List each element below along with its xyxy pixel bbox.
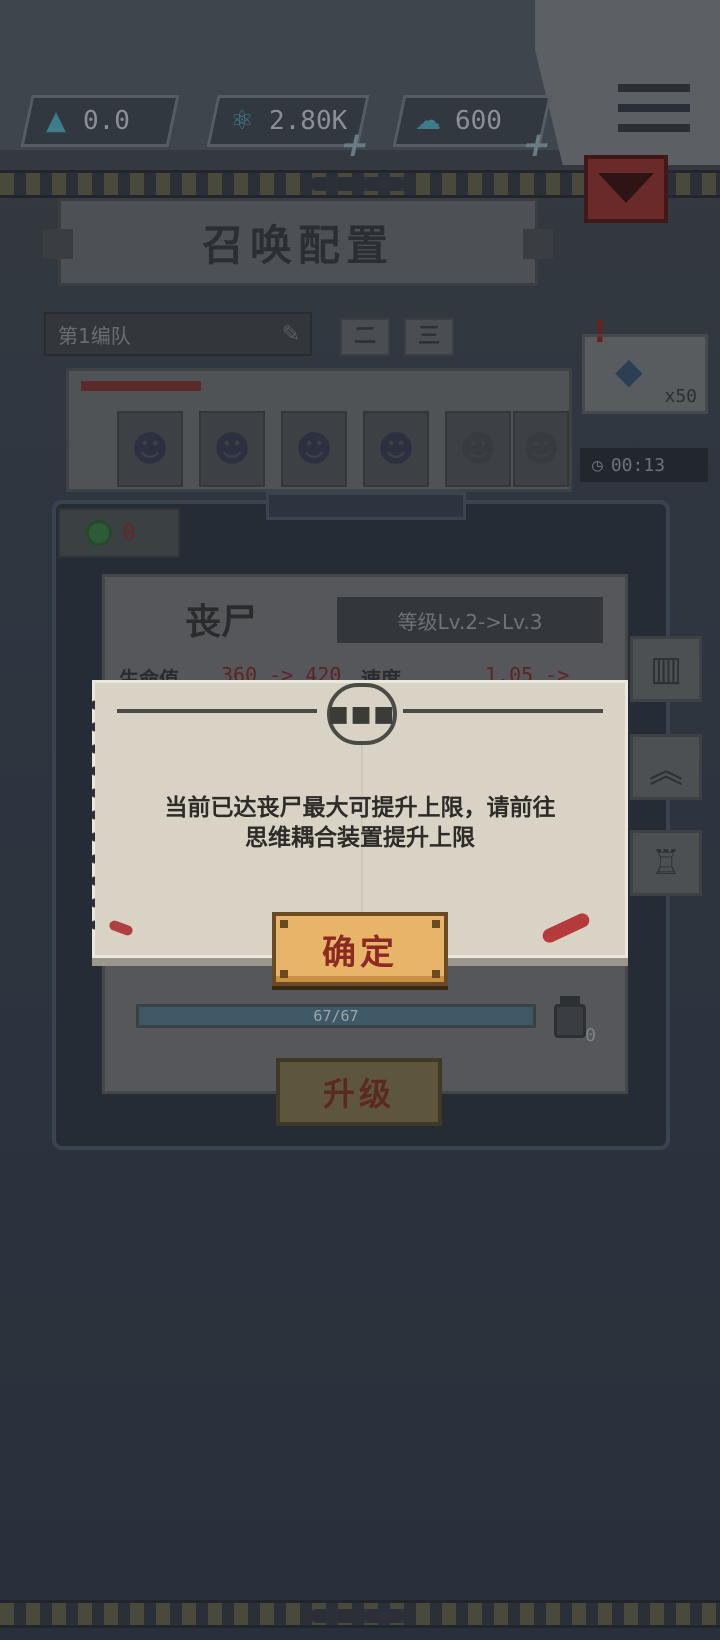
corner-rivet (432, 920, 440, 928)
dialog-divider-right (403, 709, 603, 713)
corner-rivet (432, 970, 440, 978)
dialog-message: 当前已达丧尸最大可提升上限，请前往 思维耦合装置提升上限 (125, 793, 595, 853)
dialog-divider-left (117, 709, 317, 713)
dialog-message-line2: 思维耦合装置提升上限 (245, 825, 475, 851)
dialog-badge: ■■■ (327, 683, 397, 745)
blood-splatter (540, 911, 592, 945)
corner-rivet (280, 920, 288, 928)
confirm-button[interactable]: 确定 (272, 912, 448, 986)
dialog-message-line1: 当前已达丧尸最大可提升上限，请前往 (164, 795, 556, 821)
confirm-label: 确定 (322, 932, 398, 973)
corner-rivet (280, 970, 288, 978)
blood-splatter (108, 919, 134, 937)
more-dots-icon: ■■■ (327, 701, 397, 727)
